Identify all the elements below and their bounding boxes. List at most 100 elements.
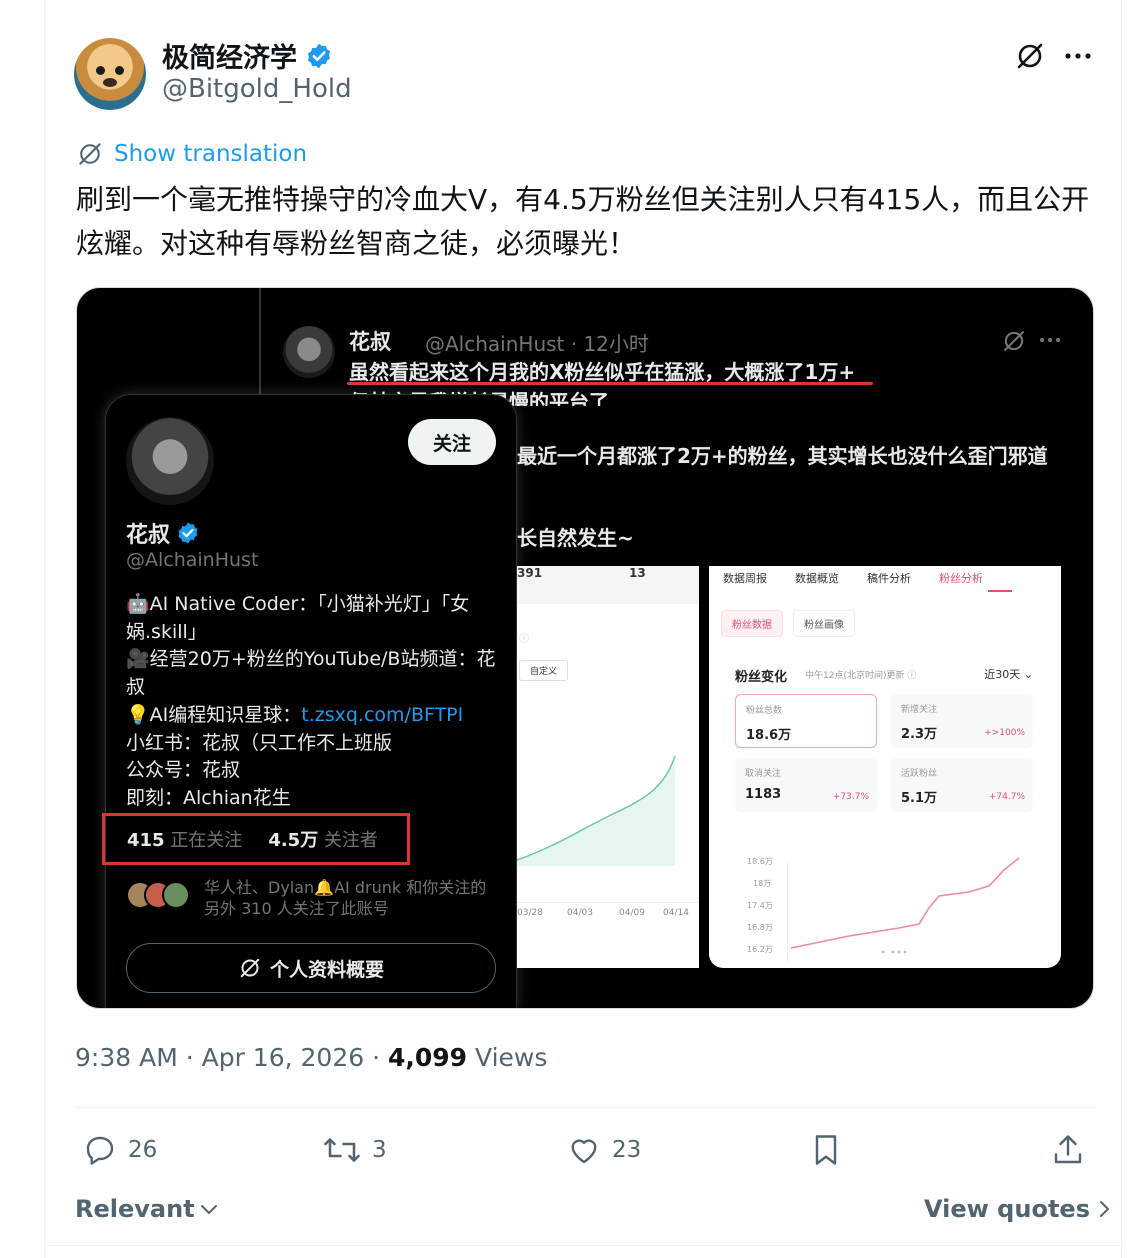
reply-count: 26 bbox=[128, 1137, 158, 1163]
mutual-avatar bbox=[162, 881, 190, 909]
x-tick: 04/03 bbox=[567, 908, 593, 918]
divider bbox=[75, 1107, 1097, 1108]
custom-range-button: 自定义 bbox=[519, 660, 569, 681]
chevron-down-icon bbox=[200, 1205, 217, 1215]
repost-button[interactable]: 3 bbox=[322, 1132, 387, 1168]
bio-line: 即刻：Alchian花生 bbox=[126, 786, 291, 809]
y-axis bbox=[787, 862, 788, 962]
quoted-author-handle-time: @AlchainHust · 12小时 bbox=[425, 332, 649, 356]
highlight-underline bbox=[347, 382, 873, 385]
like-button[interactable]: 23 bbox=[566, 1132, 641, 1168]
tweet-time[interactable]: 9:38 AM bbox=[75, 1043, 178, 1072]
following-count: 415 bbox=[127, 830, 165, 851]
share-button[interactable] bbox=[1050, 1132, 1086, 1168]
avatar-eye bbox=[96, 66, 105, 75]
view-quotes-label[interactable]: View quotes bbox=[924, 1195, 1090, 1223]
repost-count: 3 bbox=[372, 1137, 387, 1163]
author-handle[interactable]: @Bitgold_Hold bbox=[162, 74, 352, 104]
author-display-name[interactable]: 极简经济学 bbox=[162, 36, 297, 75]
reply-icon bbox=[86, 1136, 114, 1165]
following-label: 正在关注 bbox=[170, 830, 243, 851]
kpi-label: 取消关注 bbox=[745, 769, 782, 779]
kpi-change: +74.7% bbox=[988, 792, 1025, 802]
bookmark-icon bbox=[815, 1135, 837, 1165]
author-name-row[interactable]: 极简经济学 bbox=[162, 36, 333, 75]
grok-icon[interactable] bbox=[1012, 38, 1048, 74]
author-avatar[interactable] bbox=[74, 38, 146, 110]
profile-summary-button: 个人资料概要 bbox=[126, 943, 496, 993]
profile-handle: @AlchainHust bbox=[126, 549, 259, 571]
heart-icon bbox=[571, 1139, 597, 1164]
tab-weekly-report: 数据周报 bbox=[723, 572, 767, 585]
mutual-text: 华人社、Dylan🔔AI drunk 和你关注的另外 310 人关注了此账号 bbox=[204, 878, 487, 918]
bio-line: 🎥经营20万+粉丝的YouTube/B站频道：花叔 bbox=[126, 648, 496, 699]
avatar-eye bbox=[115, 66, 124, 75]
quoted-author-name: 花叔 bbox=[349, 330, 391, 354]
show-translation-link[interactable]: Show translation bbox=[76, 140, 307, 168]
quoted-author-avatar bbox=[283, 326, 335, 378]
axis-line bbox=[517, 902, 699, 903]
view-quotes-link[interactable]: View quotes bbox=[924, 1195, 1110, 1223]
x-tick: 04/09 bbox=[619, 908, 645, 918]
active-tab-indicator bbox=[988, 590, 1012, 592]
tweet-meta: 9:38 AM · Apr 16, 2026 · 4,099 Views bbox=[75, 1043, 548, 1072]
analytics-panel-left: 391 13 ⓘ 自定义 03/28 04/03 04/09 04/14 bbox=[517, 566, 699, 968]
divider bbox=[44, 1245, 1122, 1246]
y-tick: 16.8万 bbox=[747, 923, 773, 932]
followers-count: 4.5万 bbox=[268, 830, 319, 851]
kpi-label: 新增关注 bbox=[901, 705, 938, 715]
panel-value: 391 bbox=[517, 566, 543, 580]
quoted-post-line: 长自然发生~ bbox=[517, 526, 634, 550]
tweet-image[interactable]: 花叔 @AlchainHust · 12小时 虽然看起来这个月我的X粉丝似乎在猛… bbox=[76, 287, 1094, 1009]
bio-line: 小红书：花叔（只工作不上班版 bbox=[126, 731, 393, 754]
y-tick: 17.4万 bbox=[747, 901, 773, 910]
kpi-label: 粉丝总数 bbox=[746, 706, 783, 716]
y-tick: 16.2万 bbox=[747, 945, 773, 954]
views-count: 4,099 bbox=[387, 1043, 468, 1072]
x-tick: 03/28 bbox=[517, 908, 543, 918]
subtab-fan-data: 粉丝数据 bbox=[721, 610, 783, 637]
bookmark-button[interactable] bbox=[808, 1132, 844, 1168]
kpi-change: +>100% bbox=[984, 728, 1025, 738]
kpi-label: 活跃粉丝 bbox=[901, 769, 938, 779]
sort-label[interactable]: Relevant bbox=[75, 1195, 195, 1223]
verified-badge-icon bbox=[307, 43, 331, 68]
kpi-value: 18.6万 bbox=[746, 728, 792, 743]
tab-post-analysis: 稿件分析 bbox=[867, 572, 911, 585]
profile-summary-label: 个人资料概要 bbox=[269, 958, 384, 981]
verified-badge-icon bbox=[178, 522, 198, 544]
grok-icon bbox=[1004, 331, 1024, 351]
profile-name-row: 花叔 bbox=[126, 517, 200, 549]
followers-label: 关注者 bbox=[323, 830, 378, 851]
avatar-nose bbox=[103, 78, 117, 87]
views-label: Views bbox=[475, 1043, 548, 1072]
show-translation-label[interactable]: Show translation bbox=[114, 141, 307, 167]
quoted-post-line: 虽然看起来这个月我的X粉丝似乎在猛涨，大概涨了1万+ bbox=[349, 360, 856, 384]
kpi-card: 新增关注 2.3万 +>100% bbox=[891, 694, 1033, 748]
profile-bio: 🤖AI Native Coder：「小猫补光灯」「女娲.skill」 🎥经营20… bbox=[126, 591, 506, 813]
follow-button: 关注 bbox=[408, 419, 496, 465]
range-select: 近30天 ⌄ bbox=[984, 668, 1033, 681]
bio-line: 💡AI编程知识星球：t.zsxq.com/BFTPI bbox=[126, 702, 506, 730]
tweet-date[interactable]: Apr 16, 2026 bbox=[202, 1043, 365, 1072]
grok-icon bbox=[240, 958, 260, 978]
profile-avatar bbox=[126, 417, 214, 505]
x-tick: 04/14 bbox=[663, 908, 689, 918]
tab-fan-analysis: 粉丝分析 bbox=[939, 572, 983, 585]
kpi-card: 活跃粉丝 5.1万 +74.7% bbox=[891, 758, 1033, 812]
sort-dropdown[interactable]: Relevant bbox=[75, 1195, 219, 1223]
mutual-avatars bbox=[126, 881, 190, 909]
quoted-post-line: 最近一个月都涨了2万+的粉丝，其实增长也没什么歪门邪道 bbox=[517, 444, 1048, 468]
growth-line-chart bbox=[517, 756, 676, 866]
analytics-panel-right: 数据周报 数据概览 稿件分析 粉丝分析 粉丝数据 粉丝画像 粉丝变化 中午12点… bbox=[709, 566, 1061, 968]
share-icon bbox=[1054, 1135, 1082, 1164]
reply-button[interactable]: 26 bbox=[82, 1132, 157, 1168]
subtab-fan-profile: 粉丝画像 bbox=[793, 610, 855, 637]
fans-change-title: 粉丝变化 bbox=[735, 670, 788, 685]
kpi-card: 粉丝总数 18.6万 bbox=[735, 694, 877, 748]
y-tick: 18万 bbox=[753, 879, 772, 888]
more-icon[interactable] bbox=[1060, 38, 1096, 74]
analytics-sub-tabs: 粉丝数据 粉丝画像 bbox=[721, 610, 855, 637]
y-tick: 18.6万 bbox=[747, 857, 773, 866]
fans-line-chart bbox=[790, 857, 1020, 954]
